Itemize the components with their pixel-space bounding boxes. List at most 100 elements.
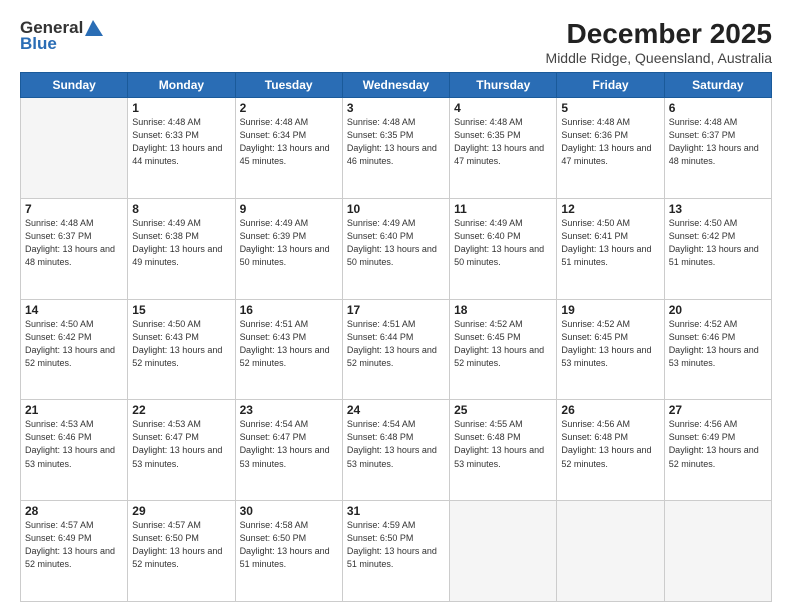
- day-info: Sunrise: 4:50 AMSunset: 6:41 PMDaylight:…: [561, 217, 659, 269]
- day-number: 20: [669, 303, 767, 317]
- calendar-cell: 25Sunrise: 4:55 AMSunset: 6:48 PMDayligh…: [450, 400, 557, 501]
- calendar-cell: 19Sunrise: 4:52 AMSunset: 6:45 PMDayligh…: [557, 299, 664, 400]
- day-info: Sunrise: 4:53 AMSunset: 6:47 PMDaylight:…: [132, 418, 230, 470]
- day-info: Sunrise: 4:50 AMSunset: 6:42 PMDaylight:…: [669, 217, 767, 269]
- day-info: Sunrise: 4:50 AMSunset: 6:42 PMDaylight:…: [25, 318, 123, 370]
- calendar-day-header: Friday: [557, 73, 664, 98]
- day-info: Sunrise: 4:54 AMSunset: 6:48 PMDaylight:…: [347, 418, 445, 470]
- day-number: 28: [25, 504, 123, 518]
- calendar-cell: 8Sunrise: 4:49 AMSunset: 6:38 PMDaylight…: [128, 198, 235, 299]
- day-info: Sunrise: 4:57 AMSunset: 6:50 PMDaylight:…: [132, 519, 230, 571]
- calendar-cell: 16Sunrise: 4:51 AMSunset: 6:43 PMDayligh…: [235, 299, 342, 400]
- day-number: 22: [132, 403, 230, 417]
- calendar-day-header: Saturday: [664, 73, 771, 98]
- day-number: 15: [132, 303, 230, 317]
- calendar-cell: 6Sunrise: 4:48 AMSunset: 6:37 PMDaylight…: [664, 98, 771, 199]
- calendar-cell: 7Sunrise: 4:48 AMSunset: 6:37 PMDaylight…: [21, 198, 128, 299]
- calendar-cell: 29Sunrise: 4:57 AMSunset: 6:50 PMDayligh…: [128, 501, 235, 602]
- header: General Blue December 2025 Middle Ridge,…: [20, 18, 772, 66]
- day-number: 26: [561, 403, 659, 417]
- calendar-cell: [21, 98, 128, 199]
- day-number: 3: [347, 101, 445, 115]
- calendar-day-header: Monday: [128, 73, 235, 98]
- calendar-table: SundayMondayTuesdayWednesdayThursdayFrid…: [20, 72, 772, 602]
- day-info: Sunrise: 4:48 AMSunset: 6:36 PMDaylight:…: [561, 116, 659, 168]
- day-number: 29: [132, 504, 230, 518]
- calendar-cell: 10Sunrise: 4:49 AMSunset: 6:40 PMDayligh…: [342, 198, 449, 299]
- page-subtitle: Middle Ridge, Queensland, Australia: [546, 50, 772, 66]
- day-info: Sunrise: 4:48 AMSunset: 6:35 PMDaylight:…: [347, 116, 445, 168]
- day-number: 6: [669, 101, 767, 115]
- day-number: 19: [561, 303, 659, 317]
- calendar-week-row: 21Sunrise: 4:53 AMSunset: 6:46 PMDayligh…: [21, 400, 772, 501]
- calendar-day-header: Thursday: [450, 73, 557, 98]
- day-number: 21: [25, 403, 123, 417]
- day-number: 4: [454, 101, 552, 115]
- calendar-cell: [450, 501, 557, 602]
- calendar-cell: 24Sunrise: 4:54 AMSunset: 6:48 PMDayligh…: [342, 400, 449, 501]
- calendar-cell: 17Sunrise: 4:51 AMSunset: 6:44 PMDayligh…: [342, 299, 449, 400]
- calendar-cell: 3Sunrise: 4:48 AMSunset: 6:35 PMDaylight…: [342, 98, 449, 199]
- calendar-cell: 14Sunrise: 4:50 AMSunset: 6:42 PMDayligh…: [21, 299, 128, 400]
- page: General Blue December 2025 Middle Ridge,…: [0, 0, 792, 612]
- calendar-cell: 28Sunrise: 4:57 AMSunset: 6:49 PMDayligh…: [21, 501, 128, 602]
- day-info: Sunrise: 4:52 AMSunset: 6:45 PMDaylight:…: [561, 318, 659, 370]
- day-info: Sunrise: 4:48 AMSunset: 6:37 PMDaylight:…: [669, 116, 767, 168]
- day-number: 7: [25, 202, 123, 216]
- day-number: 25: [454, 403, 552, 417]
- calendar-cell: 11Sunrise: 4:49 AMSunset: 6:40 PMDayligh…: [450, 198, 557, 299]
- day-number: 8: [132, 202, 230, 216]
- logo-blue-text: Blue: [20, 34, 57, 54]
- calendar-cell: 23Sunrise: 4:54 AMSunset: 6:47 PMDayligh…: [235, 400, 342, 501]
- calendar-cell: 22Sunrise: 4:53 AMSunset: 6:47 PMDayligh…: [128, 400, 235, 501]
- day-number: 18: [454, 303, 552, 317]
- day-info: Sunrise: 4:48 AMSunset: 6:33 PMDaylight:…: [132, 116, 230, 168]
- calendar-week-row: 28Sunrise: 4:57 AMSunset: 6:49 PMDayligh…: [21, 501, 772, 602]
- calendar-cell: 18Sunrise: 4:52 AMSunset: 6:45 PMDayligh…: [450, 299, 557, 400]
- day-number: 12: [561, 202, 659, 216]
- calendar-day-header: Tuesday: [235, 73, 342, 98]
- day-info: Sunrise: 4:52 AMSunset: 6:45 PMDaylight:…: [454, 318, 552, 370]
- calendar-week-row: 7Sunrise: 4:48 AMSunset: 6:37 PMDaylight…: [21, 198, 772, 299]
- title-block: December 2025 Middle Ridge, Queensland, …: [546, 18, 772, 66]
- calendar-cell: 1Sunrise: 4:48 AMSunset: 6:33 PMDaylight…: [128, 98, 235, 199]
- day-info: Sunrise: 4:48 AMSunset: 6:34 PMDaylight:…: [240, 116, 338, 168]
- calendar-week-row: 14Sunrise: 4:50 AMSunset: 6:42 PMDayligh…: [21, 299, 772, 400]
- calendar-week-row: 1Sunrise: 4:48 AMSunset: 6:33 PMDaylight…: [21, 98, 772, 199]
- calendar-cell: 21Sunrise: 4:53 AMSunset: 6:46 PMDayligh…: [21, 400, 128, 501]
- page-title: December 2025: [546, 18, 772, 50]
- day-info: Sunrise: 4:51 AMSunset: 6:43 PMDaylight:…: [240, 318, 338, 370]
- calendar-cell: 26Sunrise: 4:56 AMSunset: 6:48 PMDayligh…: [557, 400, 664, 501]
- day-number: 13: [669, 202, 767, 216]
- day-info: Sunrise: 4:55 AMSunset: 6:48 PMDaylight:…: [454, 418, 552, 470]
- calendar-cell: 30Sunrise: 4:58 AMSunset: 6:50 PMDayligh…: [235, 501, 342, 602]
- calendar-day-header: Sunday: [21, 73, 128, 98]
- calendar-cell: 13Sunrise: 4:50 AMSunset: 6:42 PMDayligh…: [664, 198, 771, 299]
- logo-icon: [85, 18, 105, 38]
- day-info: Sunrise: 4:49 AMSunset: 6:38 PMDaylight:…: [132, 217, 230, 269]
- day-info: Sunrise: 4:48 AMSunset: 6:37 PMDaylight:…: [25, 217, 123, 269]
- day-info: Sunrise: 4:56 AMSunset: 6:49 PMDaylight:…: [669, 418, 767, 470]
- day-info: Sunrise: 4:59 AMSunset: 6:50 PMDaylight:…: [347, 519, 445, 571]
- day-info: Sunrise: 4:49 AMSunset: 6:40 PMDaylight:…: [454, 217, 552, 269]
- day-info: Sunrise: 4:54 AMSunset: 6:47 PMDaylight:…: [240, 418, 338, 470]
- day-number: 10: [347, 202, 445, 216]
- day-number: 17: [347, 303, 445, 317]
- day-info: Sunrise: 4:51 AMSunset: 6:44 PMDaylight:…: [347, 318, 445, 370]
- day-number: 1: [132, 101, 230, 115]
- day-number: 27: [669, 403, 767, 417]
- day-info: Sunrise: 4:50 AMSunset: 6:43 PMDaylight:…: [132, 318, 230, 370]
- day-number: 31: [347, 504, 445, 518]
- day-info: Sunrise: 4:56 AMSunset: 6:48 PMDaylight:…: [561, 418, 659, 470]
- calendar-cell: [557, 501, 664, 602]
- day-info: Sunrise: 4:53 AMSunset: 6:46 PMDaylight:…: [25, 418, 123, 470]
- calendar-day-header: Wednesday: [342, 73, 449, 98]
- day-info: Sunrise: 4:48 AMSunset: 6:35 PMDaylight:…: [454, 116, 552, 168]
- calendar-cell: 4Sunrise: 4:48 AMSunset: 6:35 PMDaylight…: [450, 98, 557, 199]
- calendar-cell: [664, 501, 771, 602]
- calendar-cell: 20Sunrise: 4:52 AMSunset: 6:46 PMDayligh…: [664, 299, 771, 400]
- day-info: Sunrise: 4:58 AMSunset: 6:50 PMDaylight:…: [240, 519, 338, 571]
- calendar-cell: 31Sunrise: 4:59 AMSunset: 6:50 PMDayligh…: [342, 501, 449, 602]
- calendar-cell: 9Sunrise: 4:49 AMSunset: 6:39 PMDaylight…: [235, 198, 342, 299]
- logo: General Blue: [20, 18, 105, 54]
